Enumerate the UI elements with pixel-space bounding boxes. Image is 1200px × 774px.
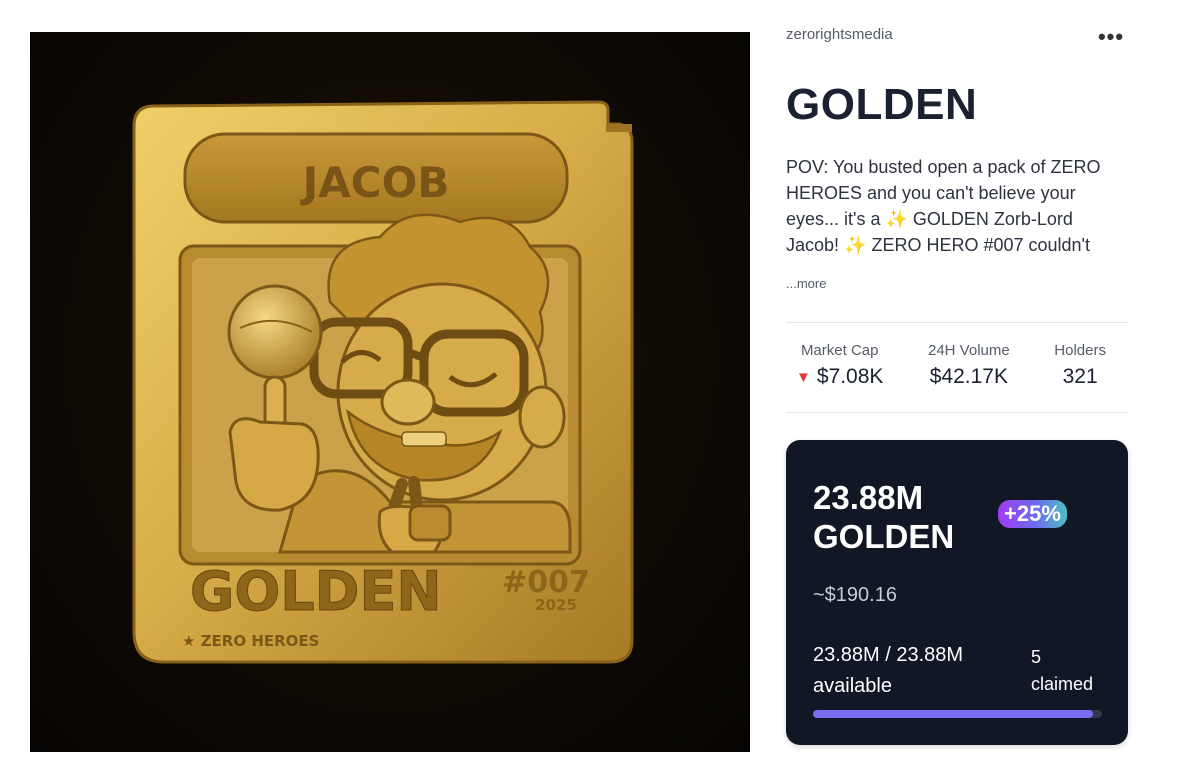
- holdings-card: 23.88M GOLDEN +25% ~$190.16 23.88M / 23.…: [786, 440, 1128, 745]
- claimed-count: 5 claimed: [1031, 644, 1093, 698]
- holdings-amount-symbol: GOLDEN: [813, 518, 955, 555]
- available-supply: 23.88M / 23.88M available: [813, 640, 1003, 702]
- golden-cartridge-image: JACOB GOLDEN #007 2025 ★ ZERO HEROES: [132, 100, 634, 664]
- claimed-label: claimed: [1031, 674, 1094, 694]
- description-more-link[interactable]: ...more: [786, 276, 826, 291]
- market-cap-value: $7.08K: [816, 365, 884, 388]
- token-stats: Market Cap ▼ $7.08K 24H Volume $42.17K H…: [786, 342, 1128, 412]
- artwork-number-text: #007: [502, 565, 590, 600]
- holders-stat[interactable]: Holders 321: [1054, 342, 1106, 412]
- token-title: GOLDEN: [786, 80, 978, 129]
- artwork-year-text: 2025: [535, 596, 577, 614]
- holders-value: 321: [1062, 365, 1098, 388]
- holdings-usd-value: ~$190.16: [813, 584, 897, 606]
- bonus-badge: +25%: [998, 500, 1067, 528]
- down-triangle-icon: ▼: [796, 368, 811, 386]
- artwork-series-text: ★ ZERO HEROES: [182, 632, 319, 650]
- market-cap-label: Market Cap: [800, 342, 879, 359]
- token-description: POV: You busted open a pack of ZERO HERO…: [786, 157, 1101, 255]
- market-cap-stat: Market Cap ▼ $7.08K: [796, 342, 883, 412]
- claim-progress-fill: [813, 710, 1094, 718]
- volume-stat: 24H Volume $42.17K: [928, 342, 1010, 412]
- divider: [786, 322, 1128, 323]
- artwork-caption-text: GOLDEN: [190, 560, 442, 623]
- holders-label: Holders: [1054, 342, 1106, 359]
- token-artwork[interactable]: JACOB GOLDEN #007 2025 ★ ZERO HEROES: [30, 32, 750, 752]
- holdings-amount: 23.88M GOLDEN: [813, 478, 1013, 556]
- available-amount: 23.88M / 23.88M: [813, 644, 964, 666]
- volume-value: $42.17K: [929, 365, 1008, 388]
- claim-progress-bar: [813, 710, 1102, 718]
- artwork-name-text: JACOB: [300, 158, 450, 207]
- market-cap-value-wrap: ▼ $7.08K: [796, 365, 883, 389]
- divider: [786, 412, 1128, 413]
- more-horizontal-icon[interactable]: •••: [1098, 24, 1124, 50]
- available-label: available: [813, 675, 892, 697]
- creator-link[interactable]: zerorightsmedia: [786, 26, 893, 43]
- holdings-amount-number: 23.88M: [813, 479, 924, 516]
- volume-label: 24H Volume: [928, 342, 1010, 359]
- claimed-number: 5: [1031, 647, 1042, 667]
